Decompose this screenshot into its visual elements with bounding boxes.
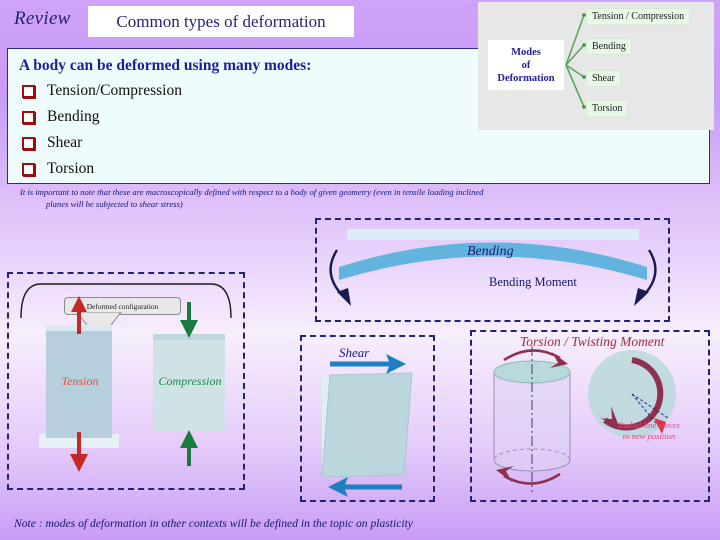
lead-line: A body can be deformed using many modes: bbox=[19, 57, 312, 74]
mode-leaf-shear: Shear bbox=[586, 70, 621, 87]
mode-leaf-bending: Bending bbox=[586, 38, 632, 55]
bullet-square-icon bbox=[22, 162, 35, 176]
bullet-item-tension-compression: Tension/Compression bbox=[22, 82, 182, 100]
bullet-square-icon bbox=[22, 110, 35, 124]
tension-label: Tension bbox=[61, 374, 99, 388]
shear-diagram bbox=[321, 354, 413, 497]
slide-title-box: Common types of deformation bbox=[88, 6, 354, 37]
radial-line-note: Radial line moves to new position bbox=[594, 420, 704, 442]
modes-center-line-3: Deformation bbox=[497, 72, 555, 84]
bullet-label: Shear bbox=[47, 134, 83, 151]
macroscopic-note: It is important to note that these are m… bbox=[20, 186, 680, 210]
slide-root: Review Common types of deformation A bod… bbox=[0, 0, 720, 540]
bending-moment-label: Bending Moment bbox=[489, 275, 577, 289]
bottom-note: Note : modes of deformation in other con… bbox=[14, 517, 413, 530]
shear-panel: Shear bbox=[300, 335, 435, 502]
torsion-diagram bbox=[493, 346, 676, 492]
shear-label: Shear bbox=[339, 345, 370, 360]
radial-note-line-1: Radial line moves bbox=[618, 420, 680, 430]
compression-label: Compression bbox=[158, 374, 222, 388]
bullet-square-icon bbox=[22, 84, 35, 98]
bullet-label: Tension/Compression bbox=[47, 82, 182, 99]
modes-center-box: Modes of Deformation bbox=[488, 40, 564, 90]
modes-center-line-2: of bbox=[521, 59, 531, 71]
page-title: Common types of deformation bbox=[116, 11, 326, 31]
bullet-item-bending: Bending bbox=[22, 108, 100, 126]
bending-diagram bbox=[329, 229, 657, 306]
bullet-label: Torsion bbox=[47, 160, 95, 177]
bending-panel: Bending Bending Moment bbox=[315, 218, 670, 322]
modes-of-deformation-figure: Modes of Deformation Tension / Compressi… bbox=[478, 2, 714, 130]
bullet-square-icon bbox=[22, 136, 35, 150]
modes-center-line-1: Modes bbox=[511, 46, 541, 58]
radial-note-line-2: to new position bbox=[622, 431, 676, 441]
bending-label: Bending bbox=[467, 244, 514, 259]
review-label: Review bbox=[14, 8, 71, 29]
mode-leaf-tension-compression: Tension / Compression bbox=[586, 8, 691, 25]
tension-compression-panel: Deformed configuration Tension Compressi… bbox=[7, 272, 245, 490]
mode-leaf-torsion: Torsion bbox=[586, 100, 629, 117]
torsion-panel: Torsion / Twisting Moment Radial line mo… bbox=[470, 330, 710, 502]
bullet-item-shear: Shear bbox=[22, 134, 82, 152]
macro-note-line-1: It is important to note that these are m… bbox=[20, 187, 484, 197]
bullet-label: Bending bbox=[47, 108, 100, 125]
bullet-item-torsion: Torsion bbox=[22, 160, 94, 178]
macro-note-line-2: planes will be subjected to shear stress… bbox=[46, 199, 183, 209]
